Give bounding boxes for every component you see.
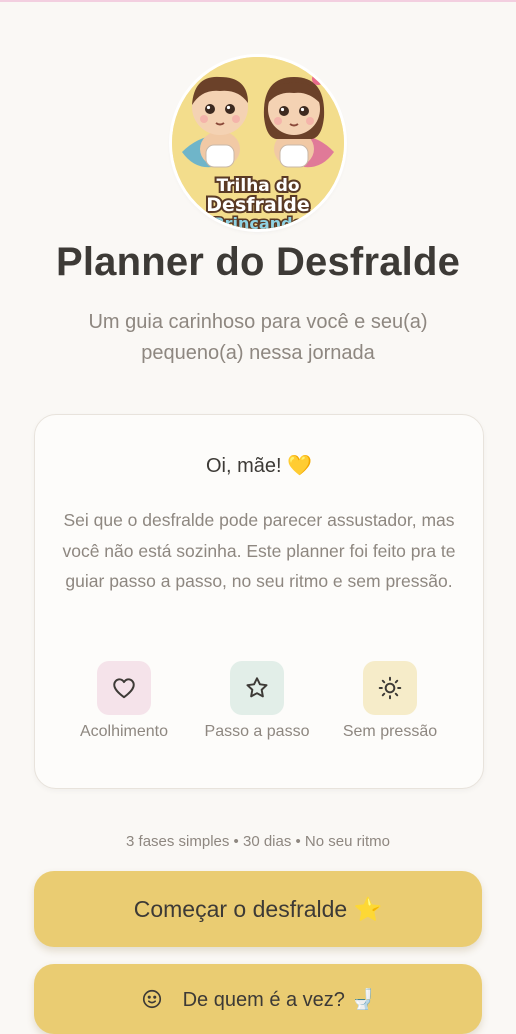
page-subtitle: Um guia carinhoso para você e seu(a) peq… [88, 311, 428, 364]
card-message: Sei que o desfralde pode parecer assusta… [62, 510, 456, 591]
smile-icon [141, 988, 163, 1010]
star-icon [230, 661, 284, 715]
start-potty-training-button[interactable]: Começar o desfralde ⭐ [34, 871, 482, 947]
card-greeting: Oi, mãe! 💛 [205, 455, 313, 477]
whose-turn-label: De quem é a vez? 🚽 [182, 988, 376, 1011]
sun-icon [363, 661, 417, 715]
feature-passo-a-passo: Passo a passo [197, 661, 317, 741]
feature-list: Acolhimento Passo a passo Sem pressão [35, 661, 483, 751]
feature-label: Acolhimento [79, 723, 169, 740]
svg-text:Brincando: Brincando [212, 214, 303, 229]
welcome-card: Oi, mãe! 💛 Sei que o desfralde pode pare… [34, 414, 484, 789]
feature-sem-pressao: Sem pressão [330, 661, 450, 741]
page-title: Planner do Desfralde [55, 240, 461, 284]
heart-icon [97, 661, 151, 715]
feature-label: Passo a passo [204, 723, 310, 740]
feature-label: Sem pressão [342, 723, 438, 740]
top-accent-line [0, 0, 516, 2]
svg-text:Trilha do: Trilha do [216, 176, 299, 196]
svg-text:Desfralde: Desfralde [206, 194, 309, 216]
plan-summary: 3 fases simples • 30 dias • No seu ritmo [126, 833, 390, 850]
app-logo: Trilha do Desfralde Brincando [172, 57, 344, 229]
feature-acolhimento: Acolhimento [64, 661, 184, 741]
start-button-label: Começar o desfralde ⭐ [133, 895, 383, 922]
